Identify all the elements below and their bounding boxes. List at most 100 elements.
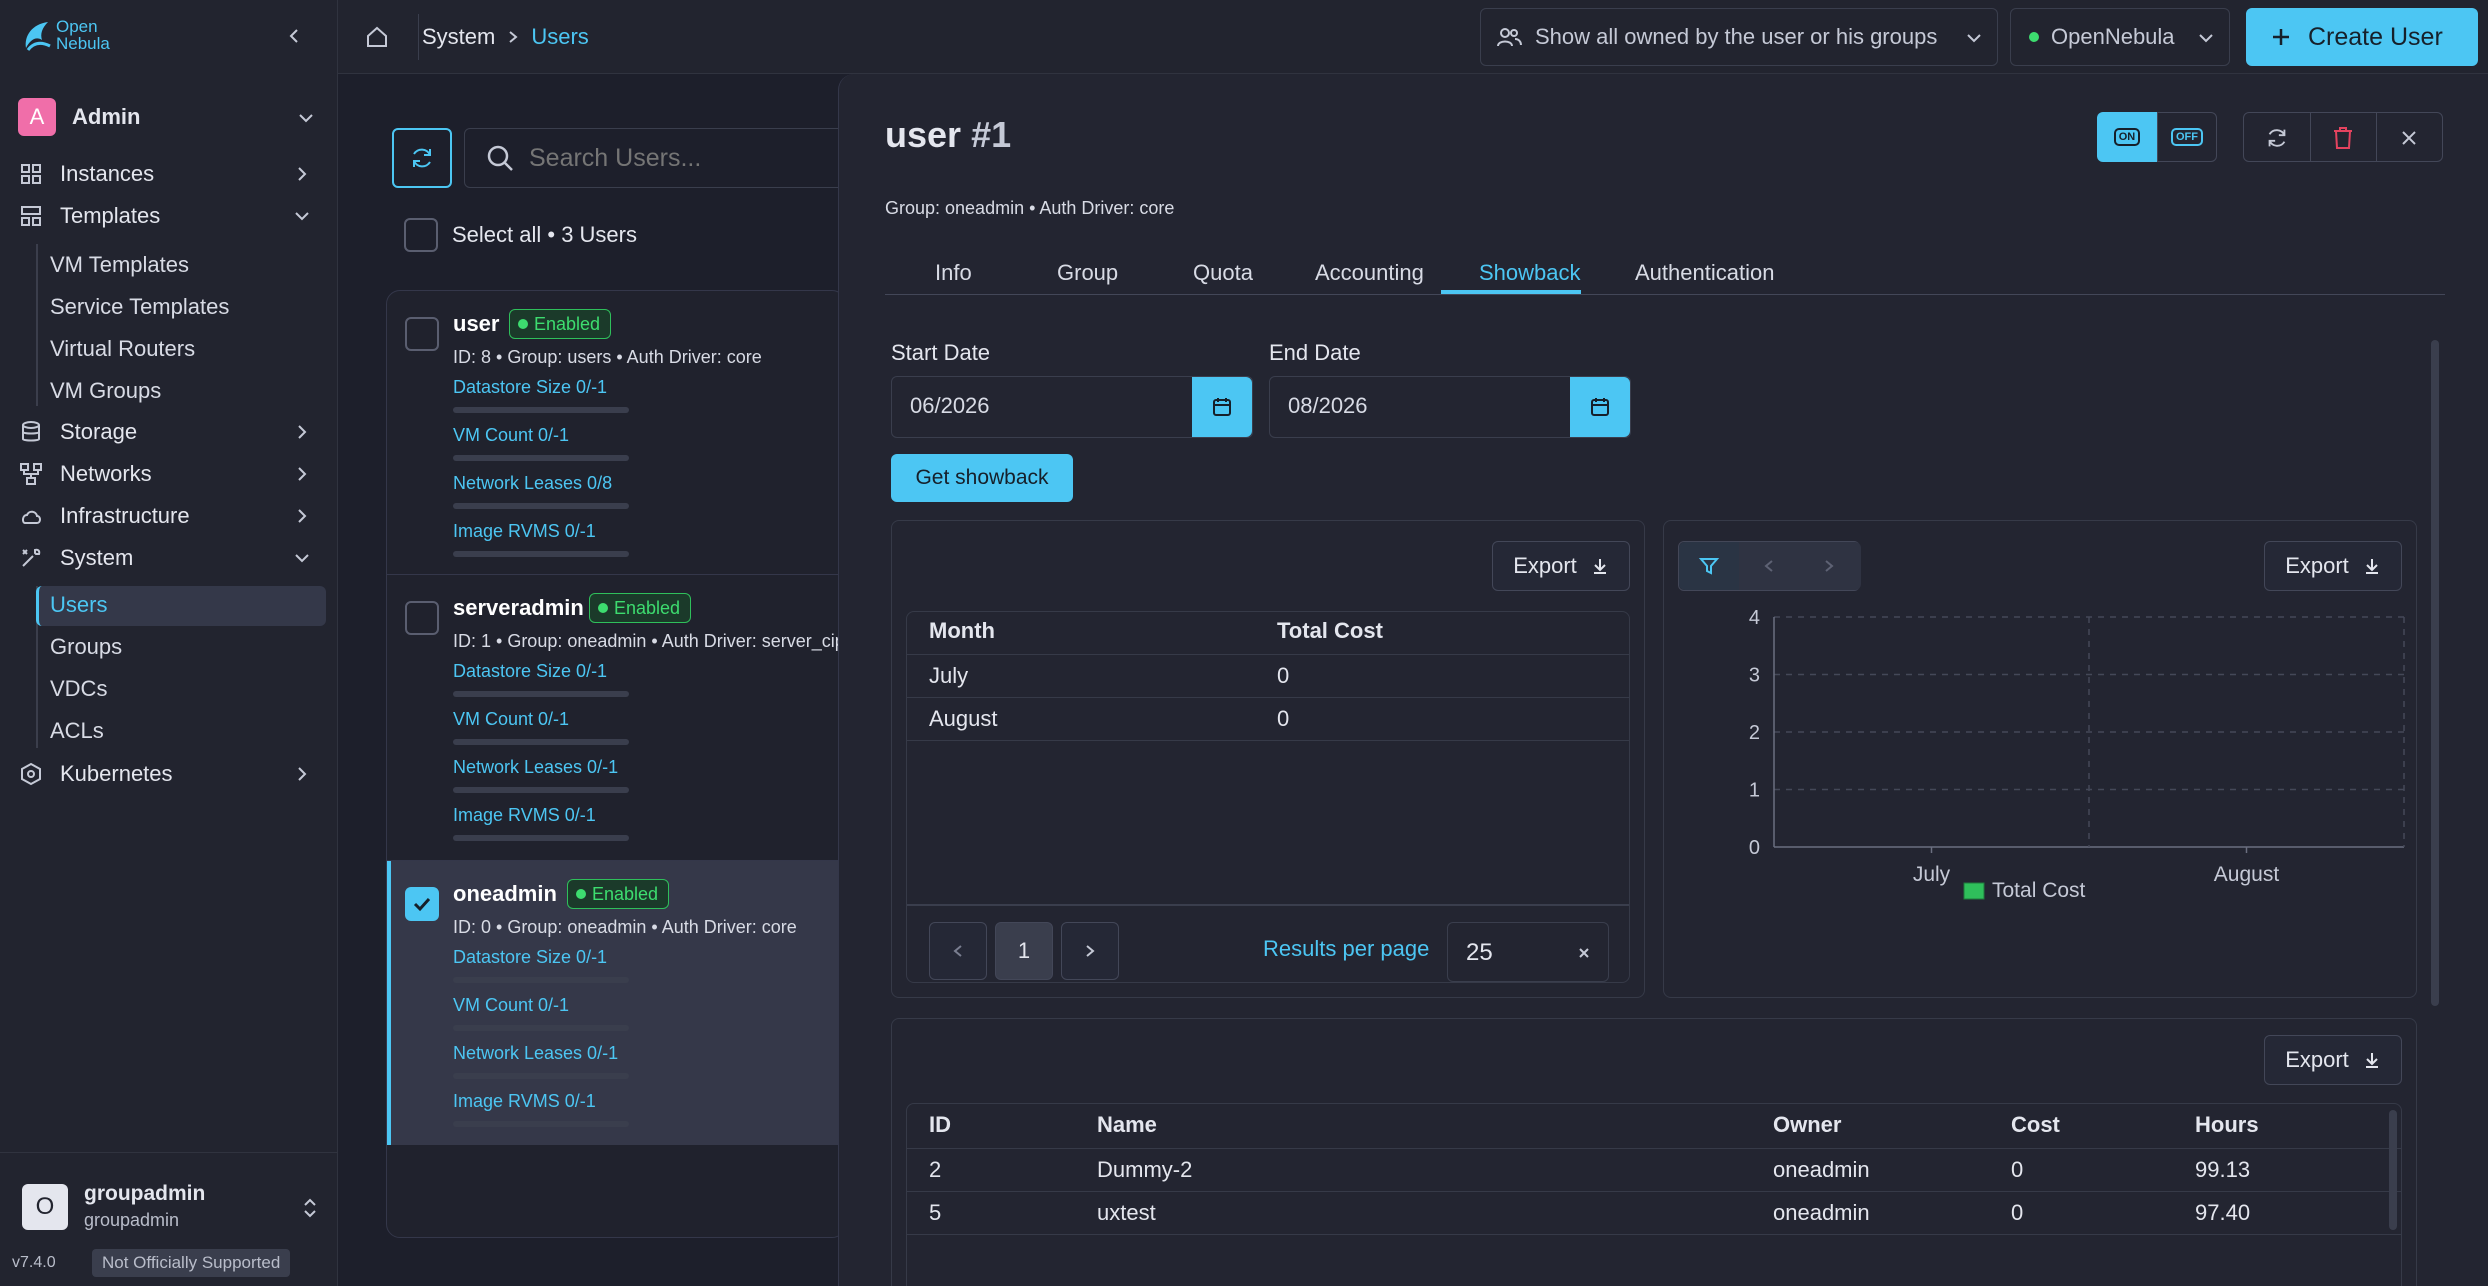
showback-vms-card: Export ID Name Owner Cost Hours 2 Dummy-… bbox=[891, 1018, 2417, 1286]
export-button[interactable]: Export bbox=[1492, 541, 1630, 591]
user-card[interactable]: serveradmin Enabled ID: 1 • Group: onead… bbox=[387, 575, 846, 861]
sidebar-item-kubernetes[interactable]: Kubernetes bbox=[18, 754, 326, 794]
home-icon[interactable] bbox=[364, 24, 390, 50]
user-menu[interactable]: O groupadmin groupadmin bbox=[22, 1180, 328, 1236]
tabs-divider bbox=[885, 294, 2445, 295]
tab-quota[interactable]: Quota bbox=[1193, 260, 1253, 286]
user-card-meta: ID: 1 • Group: oneadmin • Auth Driver: s… bbox=[453, 631, 846, 651]
page-button[interactable]: 1 bbox=[995, 922, 1053, 980]
prev-page-button[interactable] bbox=[929, 922, 987, 980]
quota-datastore: Datastore Size 0/-1 bbox=[453, 377, 608, 397]
zone-status-dot bbox=[2029, 32, 2039, 42]
tab-accounting[interactable]: Accounting bbox=[1315, 260, 1424, 286]
quota-vm-count: VM Count 0/-1 bbox=[453, 709, 570, 729]
column-header: Total Cost bbox=[1277, 618, 1383, 643]
sidebar-item-acls[interactable]: ACLs bbox=[50, 718, 104, 744]
quota-bar bbox=[453, 977, 629, 983]
quota-bar bbox=[453, 1121, 629, 1127]
sidebar-item-vm-templates[interactable]: VM Templates bbox=[50, 252, 189, 278]
get-showback-button[interactable]: Get showback bbox=[891, 454, 1073, 502]
logo-text-open: Open bbox=[56, 17, 98, 36]
tab-authentication[interactable]: Authentication bbox=[1635, 260, 1774, 286]
clear-icon[interactable] bbox=[1576, 945, 1592, 961]
end-date-field bbox=[1269, 376, 1631, 438]
panel-subtitle: Group: oneadmin • Auth Driver: core bbox=[885, 198, 1175, 218]
table-row: 2 Dummy-2 oneadmin 0 99.13 bbox=[907, 1148, 2401, 1191]
collapse-sidebar-icon[interactable] bbox=[284, 26, 304, 46]
quota-vm-count: VM Count 0/-1 bbox=[453, 995, 570, 1015]
quota-image-rvms: Image RVMS 0/-1 bbox=[453, 805, 596, 825]
logo[interactable]: Open Nebula bbox=[22, 18, 110, 52]
sidebar-item-vm-groups[interactable]: VM Groups bbox=[50, 378, 161, 404]
breadcrumb-system[interactable]: System bbox=[422, 24, 495, 50]
export-button[interactable]: Export bbox=[2264, 541, 2402, 591]
end-date-input[interactable] bbox=[1288, 393, 1548, 419]
check-icon bbox=[413, 897, 431, 912]
status-badge: Enabled bbox=[509, 309, 612, 339]
sidebar-item-service-templates[interactable]: Service Templates bbox=[50, 294, 229, 320]
kubernetes-icon bbox=[21, 762, 41, 786]
table-scrollbar[interactable] bbox=[2389, 1110, 2397, 1230]
start-date-picker-button[interactable] bbox=[1192, 377, 1252, 437]
breadcrumb-users[interactable]: Users bbox=[531, 24, 588, 50]
select-all-checkbox[interactable] bbox=[404, 218, 438, 252]
next-page-button[interactable] bbox=[1061, 922, 1119, 980]
filter-button[interactable] bbox=[1679, 542, 1739, 590]
start-date-field bbox=[891, 376, 1253, 438]
disable-button[interactable]: OFF bbox=[2157, 112, 2217, 162]
results-per-page-select[interactable]: 25 bbox=[1447, 922, 1609, 982]
account-avatar: A bbox=[18, 98, 56, 136]
end-date-picker-button[interactable] bbox=[1570, 377, 1630, 437]
vm-table: ID Name Owner Cost Hours 2 Dummy-2 onead… bbox=[906, 1103, 2402, 1286]
sidebar-item-infrastructure[interactable]: Infrastructure bbox=[18, 496, 326, 536]
quota-bar bbox=[453, 1073, 629, 1079]
user-card-name: oneadmin bbox=[453, 881, 557, 906]
refresh-icon[interactable] bbox=[2264, 125, 2290, 151]
user-name: groupadmin bbox=[84, 1182, 206, 1205]
refresh-list-button[interactable] bbox=[392, 128, 452, 188]
enable-button[interactable]: ON bbox=[2097, 112, 2157, 162]
quota-bar bbox=[453, 551, 629, 557]
tab-group[interactable]: Group bbox=[1057, 260, 1118, 286]
row-checkbox[interactable] bbox=[405, 317, 439, 351]
user-card-selected[interactable]: oneadmin Enabled ID: 0 • Group: oneadmin… bbox=[387, 861, 845, 1145]
results-per-page-label: Results per page bbox=[1263, 936, 1430, 961]
export-button[interactable]: Export bbox=[2264, 1035, 2402, 1085]
chevron-right-icon bbox=[1086, 945, 1095, 957]
storage-icon bbox=[22, 421, 40, 442]
sidebar-item-virtual-routers[interactable]: Virtual Routers bbox=[50, 336, 195, 362]
sidebar-item-storage[interactable]: Storage bbox=[18, 412, 326, 452]
ownership-filter[interactable]: Show all owned by the user or his groups bbox=[1480, 8, 1998, 66]
sidebar-item-users[interactable]: Users bbox=[50, 592, 107, 618]
sidebar-item-vdcs[interactable]: VDCs bbox=[50, 676, 107, 702]
tab-showback[interactable]: Showback bbox=[1479, 260, 1581, 286]
sidebar: Open Nebula A Admin Instances Templates … bbox=[0, 0, 338, 1286]
chevron-right-icon[interactable] bbox=[1821, 558, 1837, 574]
create-user-button[interactable]: Create User bbox=[2246, 8, 2478, 66]
chevron-up-down-icon bbox=[304, 1198, 316, 1218]
refresh-icon bbox=[413, 148, 431, 168]
quota-bar bbox=[453, 787, 629, 793]
table-row: July 0 bbox=[907, 654, 1629, 697]
panel-scrollbar[interactable] bbox=[2431, 340, 2439, 1006]
quota-bar bbox=[453, 835, 629, 841]
search-input[interactable] bbox=[529, 143, 809, 173]
sidebar-item-templates[interactable]: Templates bbox=[18, 196, 326, 236]
start-date-input[interactable] bbox=[910, 393, 1170, 419]
sidebar-item-system[interactable]: System bbox=[18, 538, 326, 578]
row-checkbox-checked[interactable] bbox=[405, 887, 439, 921]
sidebar-item-instances[interactable]: Instances bbox=[18, 154, 326, 194]
account-switcher[interactable]: A Admin bbox=[18, 98, 324, 136]
chevron-down-icon bbox=[295, 212, 309, 221]
sidebar-item-groups[interactable]: Groups bbox=[50, 634, 122, 660]
trash-icon[interactable] bbox=[2330, 125, 2356, 151]
close-icon[interactable] bbox=[2398, 127, 2420, 149]
status-badge: Enabled bbox=[589, 593, 692, 623]
zone-selector[interactable]: OpenNebula bbox=[2010, 8, 2230, 66]
row-checkbox[interactable] bbox=[405, 601, 439, 635]
user-card[interactable]: user Enabled ID: 8 • Group: users • Auth… bbox=[387, 291, 845, 575]
tab-info[interactable]: Info bbox=[935, 260, 972, 286]
chevron-left-icon[interactable] bbox=[1761, 558, 1777, 574]
sidebar-item-label: Instances bbox=[60, 161, 155, 186]
sidebar-item-networks[interactable]: Networks bbox=[18, 454, 326, 494]
